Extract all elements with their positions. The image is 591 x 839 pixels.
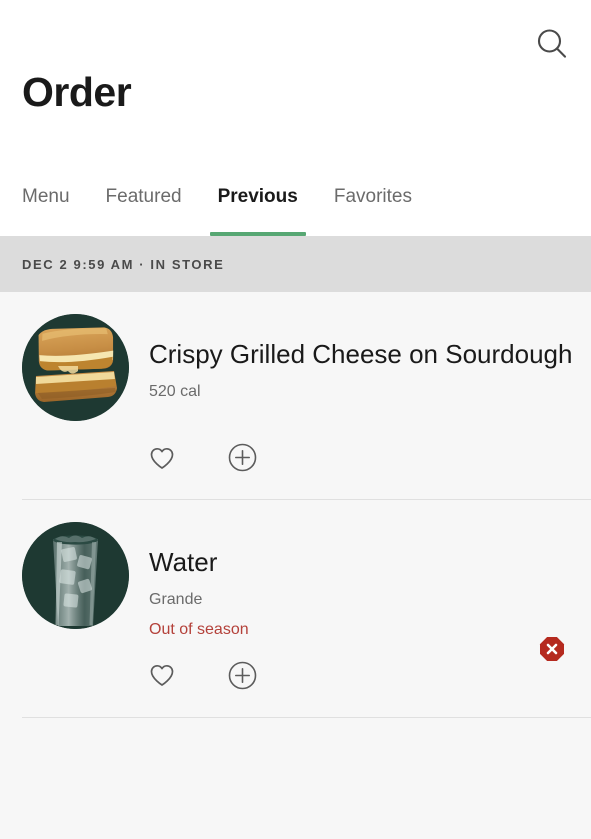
tab-previous[interactable]: Previous [209,174,307,236]
favorite-button[interactable] [148,444,176,475]
favorite-button[interactable] [148,661,176,692]
item-content-row: Crispy Grilled Cheese on Sourdough 520 c… [0,314,591,421]
search-button[interactable] [525,18,579,72]
heart-icon [148,661,176,692]
item-actions [0,661,591,717]
add-to-order-button[interactable] [228,661,257,693]
list-item[interactable]: Crispy Grilled Cheese on Sourdough 520 c… [0,292,591,500]
item-thumbnail [22,522,129,629]
heart-icon [148,444,176,475]
item-divider [22,716,591,718]
order-date-label: DEC 2 9:59 AM · IN STORE [22,256,225,272]
item-subtitle: Grande [149,590,203,608]
tab-bar: Menu Featured Previous Favorites [0,174,591,236]
item-title: Water [149,547,218,577]
search-icon [534,26,570,65]
item-title: Crispy Grilled Cheese on Sourdough [149,339,573,369]
item-content-row: Water Grande Out of season [0,522,591,639]
tab-favorites[interactable]: Favorites [334,174,412,236]
tab-menu[interactable]: Menu [22,174,70,236]
item-actions [0,443,591,499]
error-octagon-icon[interactable] [539,636,565,662]
app-header: Order Menu Featured Previous Favorites [0,0,591,236]
item-subtitle: 520 cal [149,382,201,400]
order-date-header: DEC 2 9:59 AM · IN STORE [0,236,591,292]
item-thumbnail [22,314,129,421]
item-text-block: Water Grande Out of season [129,522,591,639]
order-item-list: Crispy Grilled Cheese on Sourdough 520 c… [0,292,591,718]
item-text-block: Crispy Grilled Cheese on Sourdough 520 c… [129,314,591,401]
grilled-cheese-sandwich-icon [22,314,129,421]
add-to-order-button[interactable] [228,443,257,475]
plus-circle-icon [228,443,257,475]
tab-featured[interactable]: Featured [106,174,182,236]
iced-water-glass-icon [22,522,129,629]
page-title: Order [22,69,132,115]
list-item[interactable]: Water Grande Out of season [0,500,591,718]
item-status-message: Out of season [149,620,249,638]
plus-circle-icon [228,661,257,693]
